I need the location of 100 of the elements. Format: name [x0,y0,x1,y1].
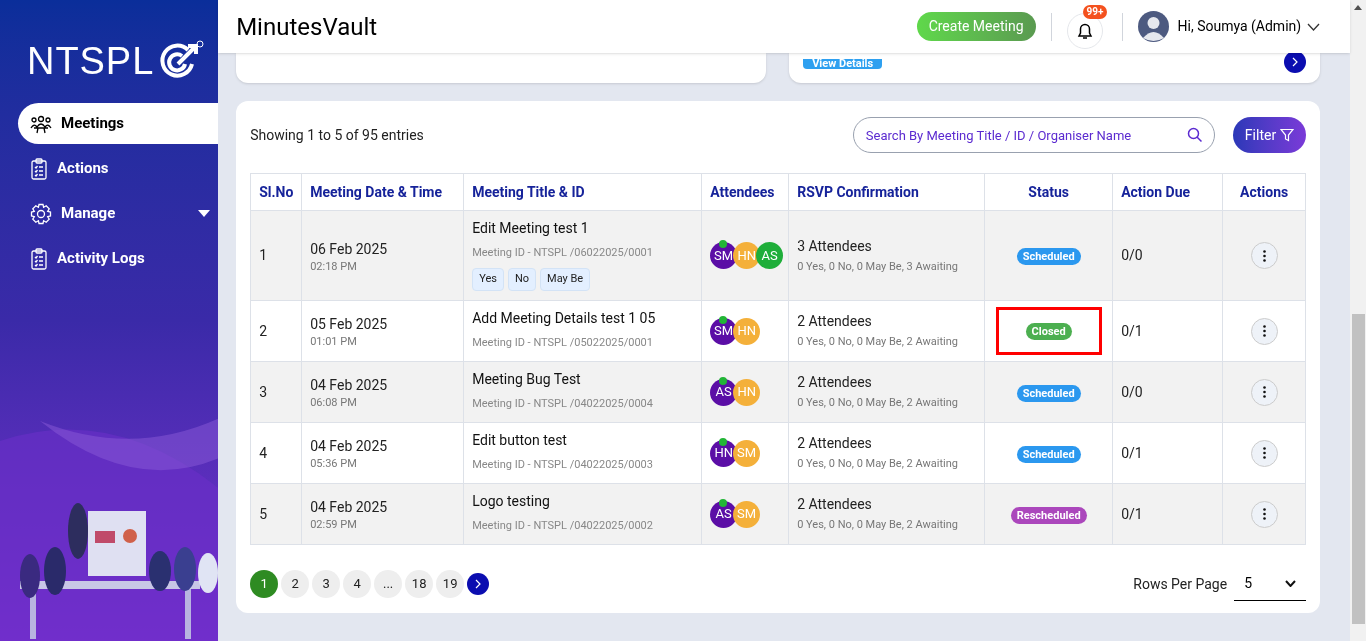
chevron-down-icon [1285,580,1297,587]
page-button[interactable]: 1 [250,570,279,598]
table-cell: 2 [259,322,268,339]
rows-per-page-label: Rows Per Page [1133,574,1228,594]
meeting-date: 05 Feb 2025 [310,315,389,334]
gear-icon [30,202,52,225]
rsvp-button[interactable]: Yes [472,267,504,291]
column-header: Status [984,173,1113,211]
table-cell: 3 [259,383,268,400]
avatar-icon [1137,11,1169,42]
page-button[interactable]: ... [374,570,403,598]
attendee-count: 2 Attendees [797,312,873,332]
next-button[interactable] [1284,51,1307,73]
meeting-time: 05:36 PM [310,456,358,473]
meeting-time: 02:18 PM [310,258,358,275]
meeting-id: Meeting ID - NTSPL /04022025/0003 [472,457,654,473]
user-menu[interactable]: Hi, Soumya (Admin) [1177,16,1321,37]
meeting-id: Meeting ID - NTSPL /06022025/0001 [472,245,654,261]
column-header: Sl.No [250,173,302,211]
search-field[interactable]: Search By Meeting Title / ID / Organiser Name [852,117,1215,153]
meeting-time: 02:59 PM [310,517,358,534]
meeting-title: Edit Meeting test 1 [472,219,590,237]
more-icon [1262,386,1266,398]
notification-badge: 99+ [1082,4,1108,19]
attendee-count: 2 Attendees [797,495,873,515]
meeting-date: 04 Feb 2025 [310,498,389,517]
meeting-id: Meeting ID - NTSPL /05022025/0001 [472,335,654,351]
more-options-button[interactable] [1250,378,1278,406]
chevron-down-icon [1307,22,1321,31]
status-badge: Closed [1025,322,1072,340]
column-header: Action Due [1112,173,1223,211]
table-cell: 0/0 [1121,383,1143,400]
table-cell: 0/1 [1121,322,1143,339]
rsvp-summary: 0 Yes, 0 No, 0 May Be, 3 Awaiting [797,258,959,275]
sidebar-item[interactable]: Manage [18,193,219,234]
filter-button[interactable]: Filter [1232,117,1307,153]
sidebar-item[interactable]: Actions [18,148,219,189]
logo-text: NTSPL [27,42,155,80]
more-options-button[interactable] [1250,500,1278,528]
more-icon [1262,508,1266,520]
rsvp-summary: 0 Yes, 0 No, 0 May Be, 2 Awaiting [797,456,959,473]
page-button[interactable]: 4 [343,570,372,598]
more-icon [1262,249,1266,262]
rsvp-summary: 0 Yes, 0 No, 0 May Be, 2 Awaiting [797,395,959,412]
attendee-count: 2 Attendees [797,373,873,393]
attendee-avatar: HN [733,317,761,345]
meeting-id: Meeting ID - NTSPL /04022025/0004 [472,396,654,412]
scrollbar-thumb[interactable] [1351,314,1365,624]
status-badge: Rescheduled [1010,506,1087,524]
table-cell: 5 [259,505,268,522]
entries-summary: Showing 1 to 5 of 95 entries [250,125,424,145]
meeting-title: Logo testing [472,492,551,510]
table-cell: 0/1 [1121,505,1143,522]
meeting-date: 04 Feb 2025 [310,376,389,395]
status-badge: Scheduled [1016,248,1081,265]
search-icon [1186,127,1203,143]
rsvp-summary: 0 Yes, 0 No, 0 May Be, 2 Awaiting [797,517,959,534]
column-header: Attendees [701,173,789,211]
attendee-avatar: SM [733,439,761,467]
sidebar-item[interactable]: Meetings [18,103,219,144]
more-options-button[interactable] [1250,439,1278,467]
column-header: Meeting Date & Time [301,173,464,211]
meeting-date: 06 Feb 2025 [310,239,389,258]
more-options-button[interactable] [1250,242,1278,269]
table-cell: 0/1 [1121,444,1143,461]
attendee-avatar: SM [733,500,761,528]
more-icon [1262,325,1266,337]
people-icon [30,113,52,134]
clipboard-icon [30,157,48,180]
page-button[interactable]: 19 [436,570,465,598]
attendee-avatar: AS [756,242,784,269]
table-cell: 0/0 [1121,247,1143,263]
page-button[interactable]: 3 [312,570,341,598]
more-options-button[interactable] [1250,317,1278,345]
chevron-right-icon [474,579,483,589]
status-badge: Scheduled [1016,384,1081,402]
meeting-title: Add Meeting Details test 1 05 [472,309,657,327]
page-button[interactable]: 18 [405,570,434,598]
sidebar-item[interactable]: Activity Logs [18,238,219,279]
app-title: MinutesVault [236,11,378,43]
next-page-button[interactable] [467,573,490,595]
filter-icon [1280,128,1295,142]
more-icon [1262,447,1266,459]
rsvp-button[interactable]: No [507,267,537,291]
column-header: RSVP Confirmation [788,173,985,211]
meeting-time: 06:08 PM [310,395,358,412]
meeting-id: Meeting ID - NTSPL /04022025/0002 [472,518,654,534]
page-button[interactable]: 2 [281,570,310,598]
table-cell: 4 [259,444,268,461]
rows-per-page-select[interactable]: 5 [1234,567,1307,601]
meeting-title: Meeting Bug Test [472,370,582,388]
attendee-count: 3 Attendees [797,236,873,256]
meeting-time: 01:01 PM [310,334,358,351]
rsvp-summary: 0 Yes, 0 No, 0 May Be, 2 Awaiting [797,334,959,351]
meeting-title: Edit button test [472,431,568,449]
attendee-avatar: HN [733,378,761,406]
clipboard-icon [30,247,48,270]
rsvp-button[interactable]: May Be [540,267,591,291]
status-badge: Scheduled [1016,445,1081,463]
table-cell: 1 [259,247,268,263]
